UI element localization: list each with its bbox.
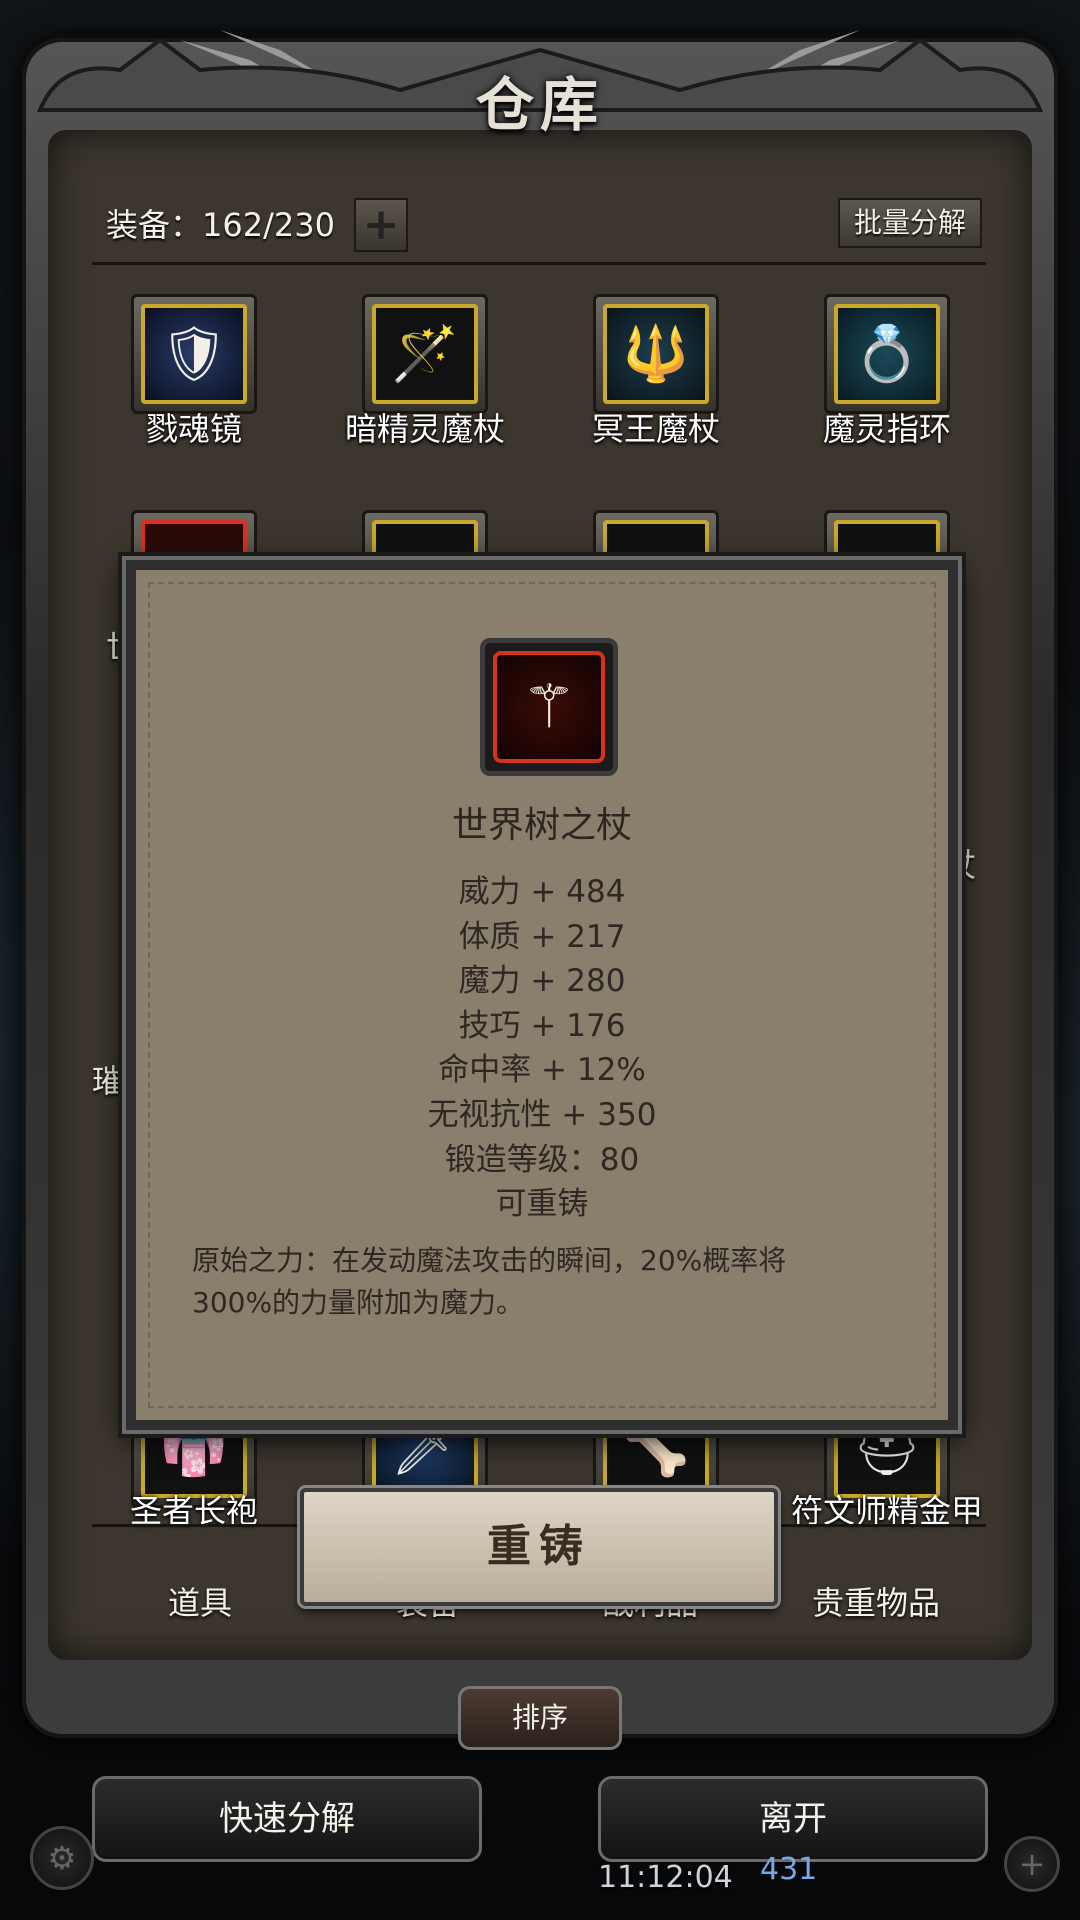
tab-valuables[interactable]: 贵重物品 xyxy=(812,1578,940,1624)
item-passive-description: 原始之力：在发动魔法攻击的瞬间，20%概率将 300%的力量附加为魔力。 xyxy=(192,1240,882,1324)
reforge-button[interactable]: 重铸 xyxy=(300,1488,778,1606)
bulk-dismantle-button[interactable]: 批量分解 xyxy=(838,198,982,248)
stat-constitution: 体质 + 217 xyxy=(458,918,626,955)
plus-icon: + xyxy=(362,199,400,250)
equipment-capacity: 装备：162/230 xyxy=(106,206,335,244)
ring-icon: 💍 xyxy=(853,322,921,385)
item-label: 暗精灵魔杖 xyxy=(344,410,505,448)
item-label: 戮魂镜 xyxy=(145,410,242,448)
inventory-slot[interactable]: 🔱 xyxy=(593,294,719,414)
scepter-icon: 🔱 xyxy=(622,322,690,385)
stat-hit-rate: 命中率 + 12% xyxy=(438,1052,646,1089)
stat-forge-level: 锻造等级：80 xyxy=(444,1141,640,1178)
item-detail-popup: ⚚ 世界树之杖 威力 + 484 体质 + 217 魔力 + 280 技巧 + … xyxy=(126,560,958,1430)
item-stats: 威力 + 484 体质 + 217 魔力 + 280 技巧 + 176 命中率 … xyxy=(136,870,948,1227)
gem-count: 431 xyxy=(760,1852,818,1887)
staff-icon: 🪄 xyxy=(391,322,459,385)
item-label: 冥王魔杖 xyxy=(591,410,720,448)
sort-button[interactable]: 排序 xyxy=(458,1686,622,1750)
inventory-slot[interactable]: 🛡 xyxy=(131,294,257,414)
page-title: 仓库 xyxy=(475,71,604,139)
stat-reforgeable: 可重铸 xyxy=(495,1186,589,1223)
passive-line: 300%的力量附加为魔力。 xyxy=(192,1286,525,1319)
tab-items[interactable]: 道具 xyxy=(168,1578,232,1624)
passive-line: 原始之力：在发动魔法攻击的瞬间，20%概率将 xyxy=(192,1244,787,1277)
stat-ignore-resistance: 无视抗性 + 350 xyxy=(427,1096,657,1133)
item-label: 魔灵指环 xyxy=(822,410,951,448)
stat-magic: 魔力 + 280 xyxy=(458,963,626,1000)
inventory-slot[interactable]: 💍 xyxy=(824,294,950,414)
expand-capacity-button[interactable]: + xyxy=(354,198,408,252)
item-label-partial: 璀 xyxy=(92,1062,125,1100)
divider xyxy=(92,262,986,265)
item-icon-frame: ⚚ xyxy=(480,638,618,776)
plus-circle-icon[interactable]: + xyxy=(1004,1836,1060,1892)
stat-power: 威力 + 484 xyxy=(458,874,626,910)
gear-icon[interactable]: ⚙ xyxy=(30,1826,94,1890)
item-name: 世界树之杖 xyxy=(451,805,632,846)
world-tree-staff-icon: ⚚ xyxy=(522,672,576,742)
clock-time: 11:12:04 xyxy=(598,1860,733,1895)
inventory-slot[interactable]: 🪄 xyxy=(362,294,488,414)
leave-button[interactable]: 离开 xyxy=(598,1776,988,1862)
stat-skill: 技巧 + 176 xyxy=(458,1007,626,1044)
mirror-icon: 🛡 xyxy=(159,322,229,385)
quick-dismantle-button[interactable]: 快速分解 xyxy=(92,1776,482,1862)
